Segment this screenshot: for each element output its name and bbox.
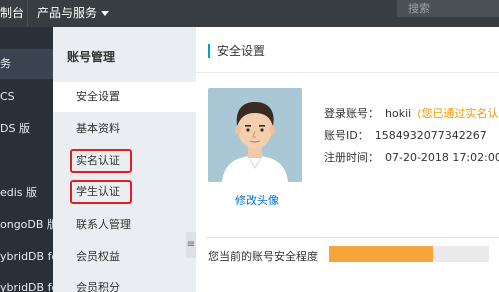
sidebar-item[interactable]: edis 版 (0, 178, 53, 208)
top-navigation-bar: 制台 产品与服务 搜索 (0, 0, 499, 27)
registration-time-value: 07-20-2018 17:02:00 (385, 151, 499, 164)
console-link[interactable]: 制台 (0, 0, 24, 27)
search-input[interactable]: 搜索 (397, 0, 499, 17)
login-account-value: hokii (385, 107, 412, 120)
products-services-menu[interactable]: 产品与服务 (37, 0, 110, 27)
menu-item-security-settings[interactable]: 安全设置 (53, 82, 196, 112)
account-id-row: 账号ID： 1584932077342267 (324, 127, 487, 143)
caret-down-icon (101, 11, 110, 16)
login-account-row: 登录账号： hokii (您已通过实名认证) (324, 105, 499, 121)
avatar[interactable] (208, 88, 302, 182)
highlight-box (70, 149, 132, 173)
change-avatar-link[interactable]: 修改头像 (235, 192, 279, 208)
account-menu-title: 账号管理 (67, 50, 116, 64)
registration-time-row: 注册时间： 07-20-2018 17:02:00 (324, 149, 499, 165)
account-id-label: 账号ID： (324, 129, 369, 142)
collapse-handle-icon[interactable]: ≡ (186, 232, 196, 258)
products-services-label: 产品与服务 (37, 6, 98, 20)
sidebar-item[interactable] (0, 146, 53, 176)
menu-item-member-benefits[interactable]: 会员权益 (53, 242, 196, 272)
sidebar-item[interactable]: ybridDB fo... (0, 242, 53, 272)
registration-time-label: 注册时间： (324, 151, 379, 164)
highlight-box (70, 180, 132, 204)
product-sidebar: 务 CS DS 版 edis 版 ongoDB 版 ybridDB fo... … (0, 27, 53, 292)
menu-item-member-points[interactable]: 会员积分 (53, 273, 196, 292)
menu-item-contacts[interactable]: 联系人管理 (53, 210, 196, 240)
menu-item-basic-info[interactable]: 基本资料 (53, 114, 196, 144)
verified-status-link[interactable]: (您已通过实名认证) (417, 107, 499, 120)
security-level-label: 您当前的账号安全程度 (208, 250, 318, 263)
topbar-divider (27, 0, 28, 27)
user-avatar-icon (208, 88, 302, 182)
login-account-label: 登录账号： (324, 107, 379, 120)
sidebar-item[interactable]: 务 (0, 49, 53, 79)
account-id-value: 1584932077342267 (374, 129, 487, 142)
security-level-progress (329, 246, 489, 262)
page-title: 安全设置 (208, 44, 265, 58)
security-level-progress-fill (329, 246, 433, 262)
security-settings-panel: 安全设置 修改头像 登录账号： hokii (您已通过实名认证) 账号ID： 1584… (196, 27, 499, 292)
account-management-menu: 账号管理 安全设置 基本资料 实名认证 学生认证 联系人管理 会员权益 会员积分 (53, 27, 196, 292)
section-divider (206, 237, 499, 238)
sidebar-item[interactable]: ybridDB for... (0, 273, 53, 292)
title-divider (196, 72, 499, 73)
sidebar-item[interactable]: CS (0, 82, 53, 112)
sidebar-item[interactable]: ongoDB 版 (0, 210, 53, 240)
sidebar-item[interactable]: DS 版 (0, 114, 53, 144)
